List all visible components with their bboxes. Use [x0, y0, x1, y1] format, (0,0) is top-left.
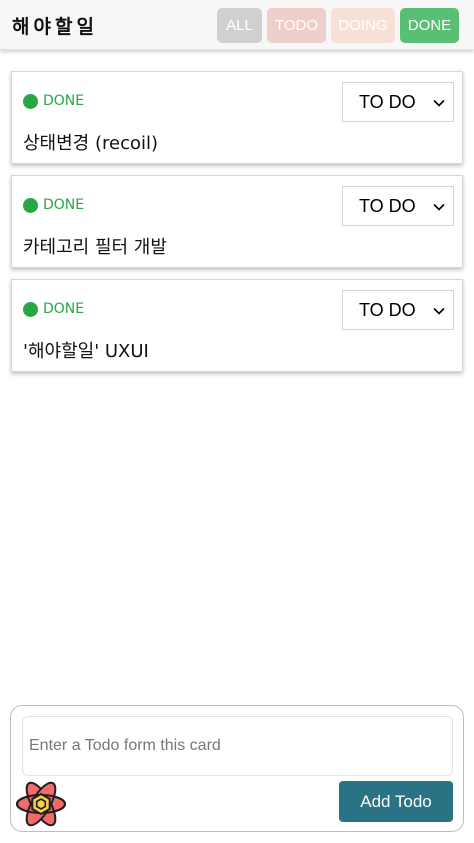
todo-input[interactable]	[22, 716, 453, 776]
chevron-down-icon	[433, 203, 445, 211]
filter-todo-button[interactable]: TODO	[267, 8, 326, 43]
status-select[interactable]: TO DO	[342, 186, 454, 226]
chevron-down-icon	[433, 99, 445, 107]
status-select[interactable]: TO DO	[342, 290, 454, 330]
todo-card: DONE TO DO 카테고리 필터 개발	[11, 175, 463, 268]
status-select[interactable]: TO DO	[342, 82, 454, 122]
filter-done-button[interactable]: DONE	[400, 8, 459, 43]
status-select-value: TO DO	[359, 300, 416, 320]
status-dot-icon	[23, 301, 38, 317]
todo-card: DONE TO DO 상태변경 (recoil)	[11, 71, 463, 164]
add-todo-button[interactable]: Add Todo	[339, 781, 453, 822]
recoil-logo-icon	[16, 781, 66, 827]
status-select-value: TO DO	[359, 92, 416, 112]
chevron-down-icon	[433, 307, 445, 315]
app-title: 해야할일	[12, 16, 98, 38]
status-label: DONE	[43, 197, 85, 213]
status-label: DONE	[43, 93, 85, 109]
status-select-value: TO DO	[359, 196, 416, 216]
filter-doing-button[interactable]: DOING	[331, 8, 395, 43]
todo-text: 카테고리 필터 개발	[23, 237, 167, 258]
status-label: DONE	[43, 301, 85, 317]
app-header: 해야할일 ALL TODO DOING DONE	[0, 0, 474, 50]
status-badge: DONE	[23, 93, 84, 109]
todo-card: DONE TO DO '해야할일' UXUI	[11, 279, 463, 372]
status-badge: DONE	[23, 197, 84, 213]
status-badge: DONE	[23, 301, 84, 317]
filter-all-button[interactable]: ALL	[217, 8, 262, 43]
todo-form: Add Todo	[10, 705, 464, 832]
todo-text: 상태변경 (recoil)	[23, 133, 158, 154]
todo-text: '해야할일' UXUI	[23, 341, 149, 362]
status-dot-icon	[23, 197, 38, 213]
status-dot-icon	[23, 93, 38, 109]
